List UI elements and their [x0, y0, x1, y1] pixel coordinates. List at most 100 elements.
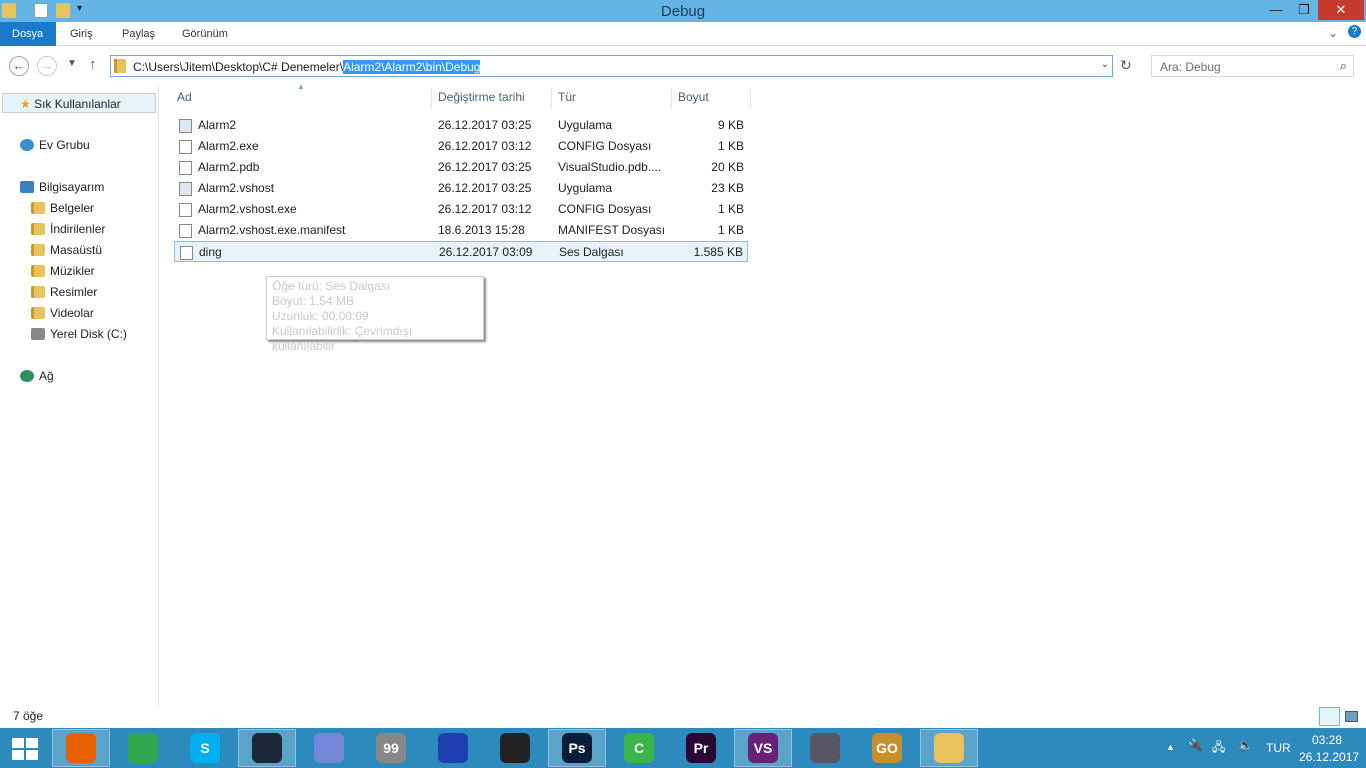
nav-folder[interactable]: Resimler [31, 282, 97, 302]
refresh-button[interactable]: ↻ [1120, 57, 1132, 74]
column-header-date[interactable]: Değiştirme tarihi [432, 89, 552, 109]
taskbar-obs[interactable] [486, 729, 544, 767]
photoshop-icon: Ps [562, 733, 592, 763]
taskbar-explorer[interactable] [920, 729, 978, 767]
folder-icon [31, 265, 45, 277]
nav-folder[interactable]: Müzikler [31, 261, 95, 281]
file-type: CONFIG Dosyası [558, 139, 652, 153]
taskbar-audacity[interactable] [424, 729, 482, 767]
nav-folder[interactable]: İndirilenler [31, 219, 105, 239]
taskbar-app[interactable] [796, 729, 854, 767]
nav-label: Belgeler [50, 201, 95, 215]
help-icon[interactable]: ? [1348, 25, 1361, 38]
file-size: 1 KB [717, 202, 744, 216]
file-type: Uygulama [558, 181, 613, 195]
taskbar-photoshop[interactable]: Ps [548, 729, 606, 767]
nav-label: Resimler [50, 285, 98, 299]
address-dropdown-icon[interactable]: ⌄ [1101, 59, 1109, 70]
file-row[interactable]: Alarm2.vshost.exe 26.12.2017 03:12 CONFI… [174, 199, 748, 220]
taskbar-discord[interactable] [300, 729, 358, 767]
discord-icon [314, 733, 344, 763]
taskbar-csgo[interactable]: GO [858, 729, 916, 767]
search-icon[interactable]: ⌕ [1340, 58, 1347, 74]
tooltip: Öğe türü: Ses Dalgası Boyut: 1,54 MB Uzu… [266, 276, 484, 353]
file-size: 20 KB [711, 160, 744, 174]
nav-label: Videolar [50, 306, 94, 320]
tooltip-line: Öğe türü: Ses Dalgası [272, 279, 391, 293]
file-row[interactable]: Alarm2.pdb 26.12.2017 03:25 VisualStudio… [174, 157, 748, 178]
show-hidden-icons[interactable]: ▲ [1166, 742, 1175, 752]
expand-ribbon-icon[interactable]: ⌄ [1328, 26, 1338, 40]
tab-giris[interactable]: Giriş [58, 22, 105, 46]
taskbar-firefox[interactable] [52, 729, 110, 767]
file-row[interactable]: Alarm2.vshost 26.12.2017 03:25 Uygulama … [174, 178, 748, 199]
file-size: 9 KB [717, 118, 744, 132]
file-name: ding [199, 245, 222, 259]
close-button[interactable]: ✕ [1318, 0, 1364, 20]
address-bar[interactable]: C:\Users\Jitem\Desktop\C# Denemeler\Alar… [110, 55, 1113, 77]
clock-date[interactable]: 26.12.2017 [1299, 750, 1359, 764]
tooltip-line: Boyut: 1,54 MB [272, 294, 355, 308]
tab-paylas[interactable]: Paylaş [110, 22, 167, 46]
file-date: 26.12.2017 03:25 [438, 181, 532, 195]
file-date: 26.12.2017 03:09 [439, 245, 533, 259]
premiere-icon: Pr [686, 733, 716, 763]
file-row[interactable]: Alarm2 26.12.2017 03:25 Uygulama 9 KB [174, 115, 748, 136]
details-view-button[interactable] [1319, 707, 1340, 726]
file-name: Alarm2.pdb [198, 160, 260, 174]
start-button[interactable] [12, 738, 38, 760]
nav-label: Masaüstü [50, 243, 103, 257]
network-tray-icon[interactable]: 🖧 [1212, 738, 1225, 759]
tab-dosya[interactable]: Dosya [0, 22, 56, 46]
nav-folder[interactable]: Masaüstü [31, 240, 102, 260]
ribbon-tabs: Dosya Giriş Paylaş Görünüm ⌄ ? [0, 22, 1366, 46]
up-button[interactable]: ↑ [89, 56, 97, 73]
power-icon[interactable]: 🔌 [1188, 738, 1203, 752]
nav-favorites[interactable]: ★ Sık Kullanılanlar [2, 93, 156, 113]
language-indicator[interactable]: TUR [1266, 741, 1291, 755]
file-date: 26.12.2017 03:12 [438, 202, 532, 216]
nav-computer[interactable]: Bilgisayarım [20, 177, 104, 197]
nav-folder[interactable]: Belgeler [31, 198, 94, 218]
forward-button[interactable]: → [37, 56, 57, 76]
search-placeholder: Ara: Debug [1160, 60, 1221, 74]
column-header-name[interactable]: Ad [171, 89, 432, 109]
file-type: VisualStudio.pdb.... [558, 160, 662, 174]
nav-label: İndirilenler [50, 222, 106, 236]
file-icon [179, 203, 192, 217]
visual-studio-icon: VS [748, 733, 778, 763]
search-input[interactable]: Ara: Debug ⌕ [1151, 55, 1354, 77]
taskbar-visual-studio[interactable]: VS [734, 729, 792, 767]
taskbar-monitor[interactable]: 99 [362, 729, 420, 767]
steam-icon [252, 733, 282, 763]
maximize-button[interactable]: ❐ [1290, 0, 1318, 20]
nav-network[interactable]: Ağ [20, 366, 54, 386]
csgo-icon: GO [872, 733, 902, 763]
taskbar-premiere[interactable]: Pr [672, 729, 730, 767]
back-button[interactable]: ← [9, 56, 29, 76]
address-path-selected: Alarm2\Alarm2\bin\Debug [343, 60, 481, 74]
nav-drive[interactable]: Yerel Disk (C:) [31, 324, 127, 344]
taskbar-skype[interactable]: S [176, 729, 234, 767]
drive-icon [31, 328, 45, 340]
clock-time[interactable]: 03:28 [1312, 733, 1342, 747]
minimize-button[interactable]: — [1262, 0, 1290, 20]
large-icons-view-button[interactable] [1345, 711, 1358, 722]
file-row[interactable]: ding 26.12.2017 03:09 Ses Dalgası 1.585 … [174, 241, 748, 262]
firefox-icon [66, 733, 96, 763]
taskbar-steam[interactable] [238, 729, 296, 767]
column-header-size[interactable]: Boyut [672, 89, 751, 109]
taskbar-chrome[interactable] [114, 729, 172, 767]
nav-folder[interactable]: Videolar [31, 303, 94, 323]
taskbar-camtasia[interactable]: C [610, 729, 668, 767]
file-name: Alarm2.vshost.exe [198, 202, 297, 216]
file-row[interactable]: Alarm2.vshost.exe.manifest 18.6.2013 15:… [174, 220, 748, 241]
nav-label: Yerel Disk (C:) [50, 327, 127, 341]
recent-locations-icon[interactable]: ▼ [67, 58, 77, 69]
file-icon [179, 182, 192, 196]
column-header-type[interactable]: Tür [552, 89, 672, 109]
volume-icon[interactable]: 🔈 [1238, 738, 1253, 752]
nav-homegroup[interactable]: Ev Grubu [20, 135, 90, 155]
file-row[interactable]: Alarm2.exe 26.12.2017 03:12 CONFIG Dosya… [174, 136, 748, 157]
tab-gorunum[interactable]: Görünüm [170, 22, 240, 46]
